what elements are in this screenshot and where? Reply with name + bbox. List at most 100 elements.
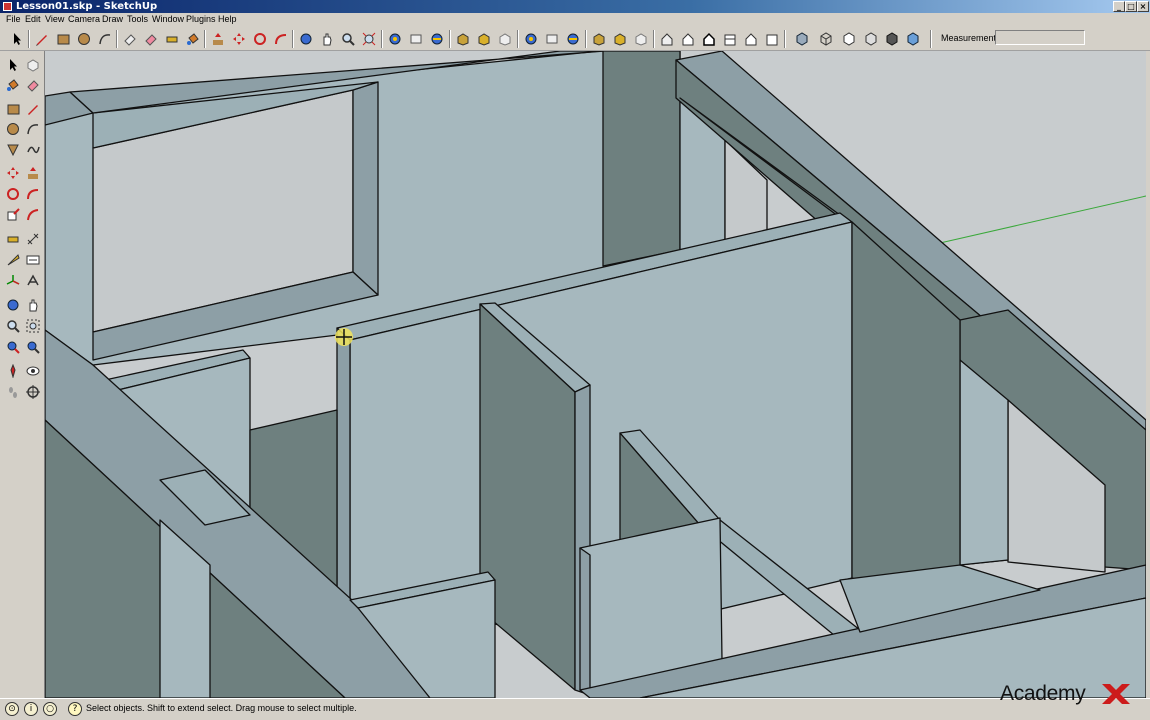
scale-icon[interactable]	[4, 206, 22, 224]
box-icon[interactable]	[632, 30, 650, 48]
cube-icon[interactable]	[862, 30, 880, 48]
camera-icon[interactable]	[386, 30, 404, 48]
menu-plugins[interactable]: Plugins	[186, 13, 216, 26]
circle-icon[interactable]	[75, 30, 93, 48]
select-icon[interactable]	[4, 56, 22, 74]
offset-icon[interactable]	[24, 206, 42, 224]
menu-tools[interactable]: Tools	[127, 13, 148, 26]
window-title: Lesson01.skp - SketchUp	[16, 1, 158, 12]
user-icon[interactable]: ○	[43, 702, 57, 716]
maximize-button[interactable]: □	[1125, 1, 1137, 12]
rotate-icon[interactable]	[4, 185, 22, 203]
push-pull-icon[interactable]	[209, 30, 227, 48]
dimension-icon[interactable]	[24, 230, 42, 248]
camera-icon[interactable]	[428, 30, 446, 48]
model-canvas[interactable]	[45, 51, 1146, 698]
push-pull-icon[interactable]	[24, 164, 42, 182]
rectangle-icon[interactable]	[4, 100, 22, 118]
orbit-icon[interactable]	[4, 296, 22, 314]
box-icon[interactable]	[496, 30, 514, 48]
left-toolbar	[0, 51, 45, 698]
menu-file[interactable]: File	[6, 13, 21, 26]
walk-icon[interactable]	[4, 383, 22, 401]
circle-icon[interactable]	[4, 120, 22, 138]
cube-icon[interactable]	[793, 30, 811, 48]
previous-view-icon[interactable]	[24, 338, 42, 356]
paint-bucket-icon[interactable]	[4, 76, 22, 94]
measurements-field[interactable]	[995, 30, 1085, 45]
box-icon[interactable]	[590, 30, 608, 48]
house-icon[interactable]	[763, 30, 781, 48]
freehand-icon[interactable]	[24, 140, 42, 158]
move-icon[interactable]	[4, 164, 22, 182]
component-icon[interactable]	[24, 56, 42, 74]
menu-help[interactable]: Help	[218, 13, 237, 26]
zoom-extents-icon[interactable]	[4, 338, 22, 356]
section-plane-icon[interactable]	[24, 383, 42, 401]
eraser-icon[interactable]	[121, 30, 139, 48]
cube-icon[interactable]	[840, 30, 858, 48]
tape-measure-icon[interactable]	[163, 30, 181, 48]
camera-icon[interactable]	[543, 30, 561, 48]
menu-camera[interactable]: Camera	[68, 13, 100, 26]
paint-bucket-icon[interactable]	[184, 30, 202, 48]
polygon-icon[interactable]	[4, 140, 22, 158]
box-icon[interactable]	[454, 30, 472, 48]
title-bar: Lesson01.skp - SketchUp _ □ ×	[0, 0, 1150, 13]
tape-measure-icon[interactable]	[4, 230, 22, 248]
zoom-icon[interactable]	[339, 30, 357, 48]
arc-icon[interactable]	[96, 30, 114, 48]
follow-me-icon[interactable]	[272, 30, 290, 48]
box-icon[interactable]	[611, 30, 629, 48]
pan-icon[interactable]	[24, 296, 42, 314]
menu-view[interactable]: View	[45, 13, 64, 26]
look-around-icon[interactable]	[24, 362, 42, 380]
menu-draw[interactable]: Draw	[102, 13, 123, 26]
eraser-icon[interactable]	[142, 30, 160, 48]
box-icon[interactable]	[475, 30, 493, 48]
academy-watermark: Academy	[1000, 682, 1086, 705]
geo-location-icon[interactable]: ⊙	[5, 702, 19, 716]
zoom-icon[interactable]	[4, 317, 22, 335]
pan-icon[interactable]	[318, 30, 336, 48]
minimize-button[interactable]: _	[1113, 1, 1125, 12]
select-icon[interactable]	[8, 30, 26, 48]
orbit-icon[interactable]	[297, 30, 315, 48]
measurements-label: Measurements	[941, 33, 1001, 43]
pencil-icon[interactable]	[33, 30, 51, 48]
house-icon[interactable]	[700, 30, 718, 48]
cube-icon[interactable]	[883, 30, 901, 48]
3d-text-icon[interactable]	[24, 272, 42, 290]
zoom-extents-icon[interactable]	[360, 30, 378, 48]
cube-icon[interactable]	[817, 30, 835, 48]
rectangle-icon[interactable]	[54, 30, 72, 48]
house-icon[interactable]	[742, 30, 760, 48]
cube-icon[interactable]	[904, 30, 922, 48]
zoom-window-icon[interactable]	[24, 317, 42, 335]
modeling-viewport[interactable]	[45, 51, 1146, 698]
help-icon[interactable]: ?	[68, 702, 82, 716]
follow-me-icon[interactable]	[24, 185, 42, 203]
text-icon[interactable]	[24, 251, 42, 269]
move-icon[interactable]	[230, 30, 248, 48]
line-icon[interactable]	[24, 100, 42, 118]
position-camera-icon[interactable]	[4, 362, 22, 380]
rotate-icon[interactable]	[251, 30, 269, 48]
arc-icon[interactable]	[24, 120, 42, 138]
protractor-icon[interactable]	[4, 251, 22, 269]
menu-bar: File Edit View Camera Draw Tools Window …	[0, 13, 1150, 26]
house-icon[interactable]	[679, 30, 697, 48]
axes-icon[interactable]	[4, 272, 22, 290]
house-icon[interactable]	[658, 30, 676, 48]
camera-icon[interactable]	[407, 30, 425, 48]
close-button[interactable]: ×	[1137, 1, 1149, 12]
camera-icon[interactable]	[564, 30, 582, 48]
menu-window[interactable]: Window	[152, 13, 184, 26]
academy-logo-icon	[1102, 684, 1130, 704]
credits-icon[interactable]: i	[24, 702, 38, 716]
camera-icon[interactable]	[522, 30, 540, 48]
sketchup-app-icon	[3, 2, 12, 11]
menu-edit[interactable]: Edit	[25, 13, 41, 26]
house-icon[interactable]	[721, 30, 739, 48]
eraser-icon[interactable]	[24, 76, 42, 94]
